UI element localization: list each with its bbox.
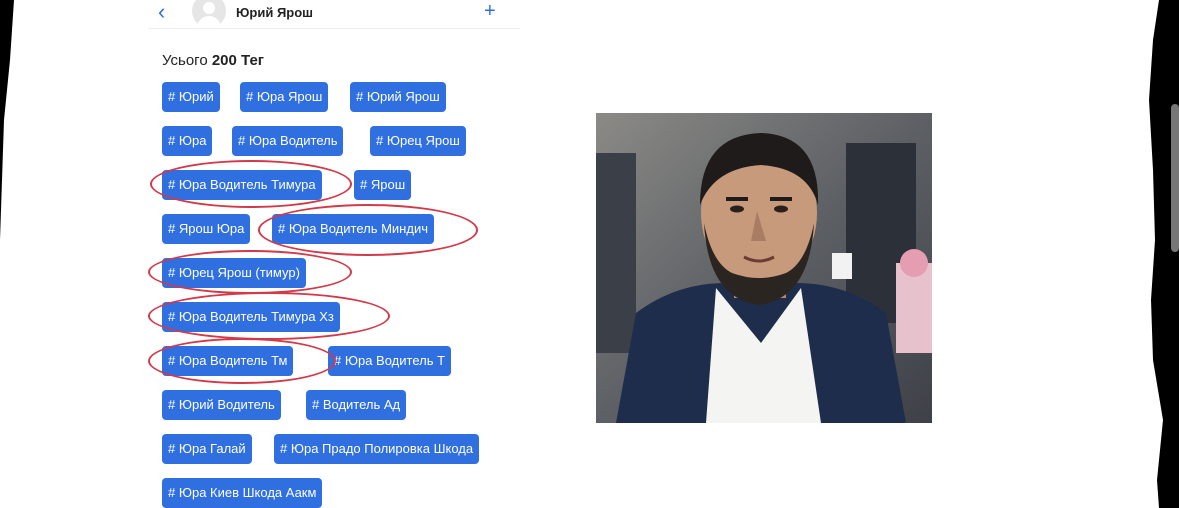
portrait-photo-icon	[596, 113, 932, 423]
tag-list-panel: ‹ Юрий Ярош + Усього 200 Тег # Юрий # Юр…	[148, 0, 520, 508]
tag-chip[interactable]: # Юра Водитель Тимура	[162, 170, 322, 200]
tag-chip[interactable]: # Юра Водитель Миндич	[272, 214, 434, 244]
top-bar: ‹ Юрий Ярош +	[148, 0, 520, 29]
tag-chip[interactable]: # Юрец Ярош	[370, 126, 466, 156]
tag-chip[interactable]: # Ярош	[354, 170, 412, 200]
tag-chip[interactable]: # Юрий Ярош	[350, 82, 446, 112]
plus-icon[interactable]: +	[484, 0, 496, 22]
tag-chip[interactable]: # Юра	[162, 126, 213, 156]
tag-chip[interactable]: # Юра Ярош	[240, 82, 329, 112]
tag-chip[interactable]: # Юра Водитель Тм	[162, 346, 294, 376]
tag-count: Усього 200 Тег	[162, 52, 265, 69]
tag-chip[interactable]: # Юрец Ярош (тимур)	[162, 258, 306, 288]
chevron-left-icon[interactable]: ‹	[158, 1, 165, 23]
tag-chip[interactable]: # Юра Галай	[162, 434, 252, 464]
contact-name: Юрий Ярош	[236, 5, 314, 20]
tag-chip[interactable]: # Ярош Юра	[162, 214, 251, 244]
tag-chip[interactable]: # Юра Прадо Полировка Шкода	[274, 434, 480, 464]
tag-chip[interactable]: # Юра Водитель Тимура Хз	[162, 302, 340, 332]
scrollbar[interactable]	[1171, 104, 1179, 252]
tag-chip[interactable]: # Юра Киев Шкода Аакм	[162, 478, 323, 508]
tag-chip[interactable]: # Юрий	[162, 82, 220, 112]
tag-chip[interactable]: # Водитель Ад	[306, 390, 407, 420]
avatar	[192, 0, 226, 28]
tag-chip[interactable]: # Юра Водитель Т	[328, 346, 452, 376]
tag-chip[interactable]: # Юра Водитель	[232, 126, 344, 156]
tag-chip[interactable]: # Юрий Водитель	[162, 390, 281, 420]
screen-edge-left	[0, 0, 14, 508]
screen-edge-right	[1149, 0, 1179, 508]
portrait-photo	[596, 113, 932, 423]
